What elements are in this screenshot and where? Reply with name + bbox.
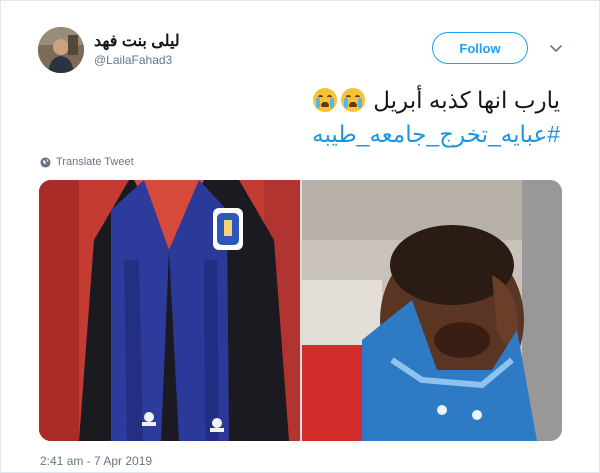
tweet-body-text: يارب انها كذبه أبريل	[373, 87, 560, 113]
crying-face-icon	[312, 88, 337, 112]
globe-icon	[40, 156, 51, 168]
crying-baby-photo[interactable]	[302, 180, 562, 441]
avatar[interactable]	[38, 27, 84, 73]
follow-button[interactable]: Follow	[432, 32, 528, 64]
avatar-image	[38, 27, 84, 73]
author-display-name[interactable]: ليلى بنت فهد	[94, 31, 180, 51]
crying-baby-image	[302, 180, 562, 441]
chevron-down-icon[interactable]	[548, 40, 564, 56]
author-handle[interactable]: @LailaFahad3	[94, 53, 172, 67]
translate-label: Translate Tweet	[56, 156, 134, 168]
tweet-timestamp[interactable]: 2:41 am - 7 Apr 2019	[40, 454, 152, 468]
translate-tweet-link[interactable]: Translate Tweet	[40, 156, 134, 168]
graduation-gown-image	[39, 180, 300, 441]
hashtag-link[interactable]: #عبايه_تخرج_جامعه_طيبه	[40, 117, 560, 151]
graduation-gown-photo[interactable]	[39, 180, 300, 441]
tweet-text-line: يارب انها كذبه أبريل	[40, 83, 560, 117]
crying-face-icon	[340, 88, 365, 112]
media-grid	[39, 180, 562, 441]
tweet-text: يارب انها كذبه أبريل #عبايه_تخرج_جامعه_ط…	[40, 83, 560, 151]
